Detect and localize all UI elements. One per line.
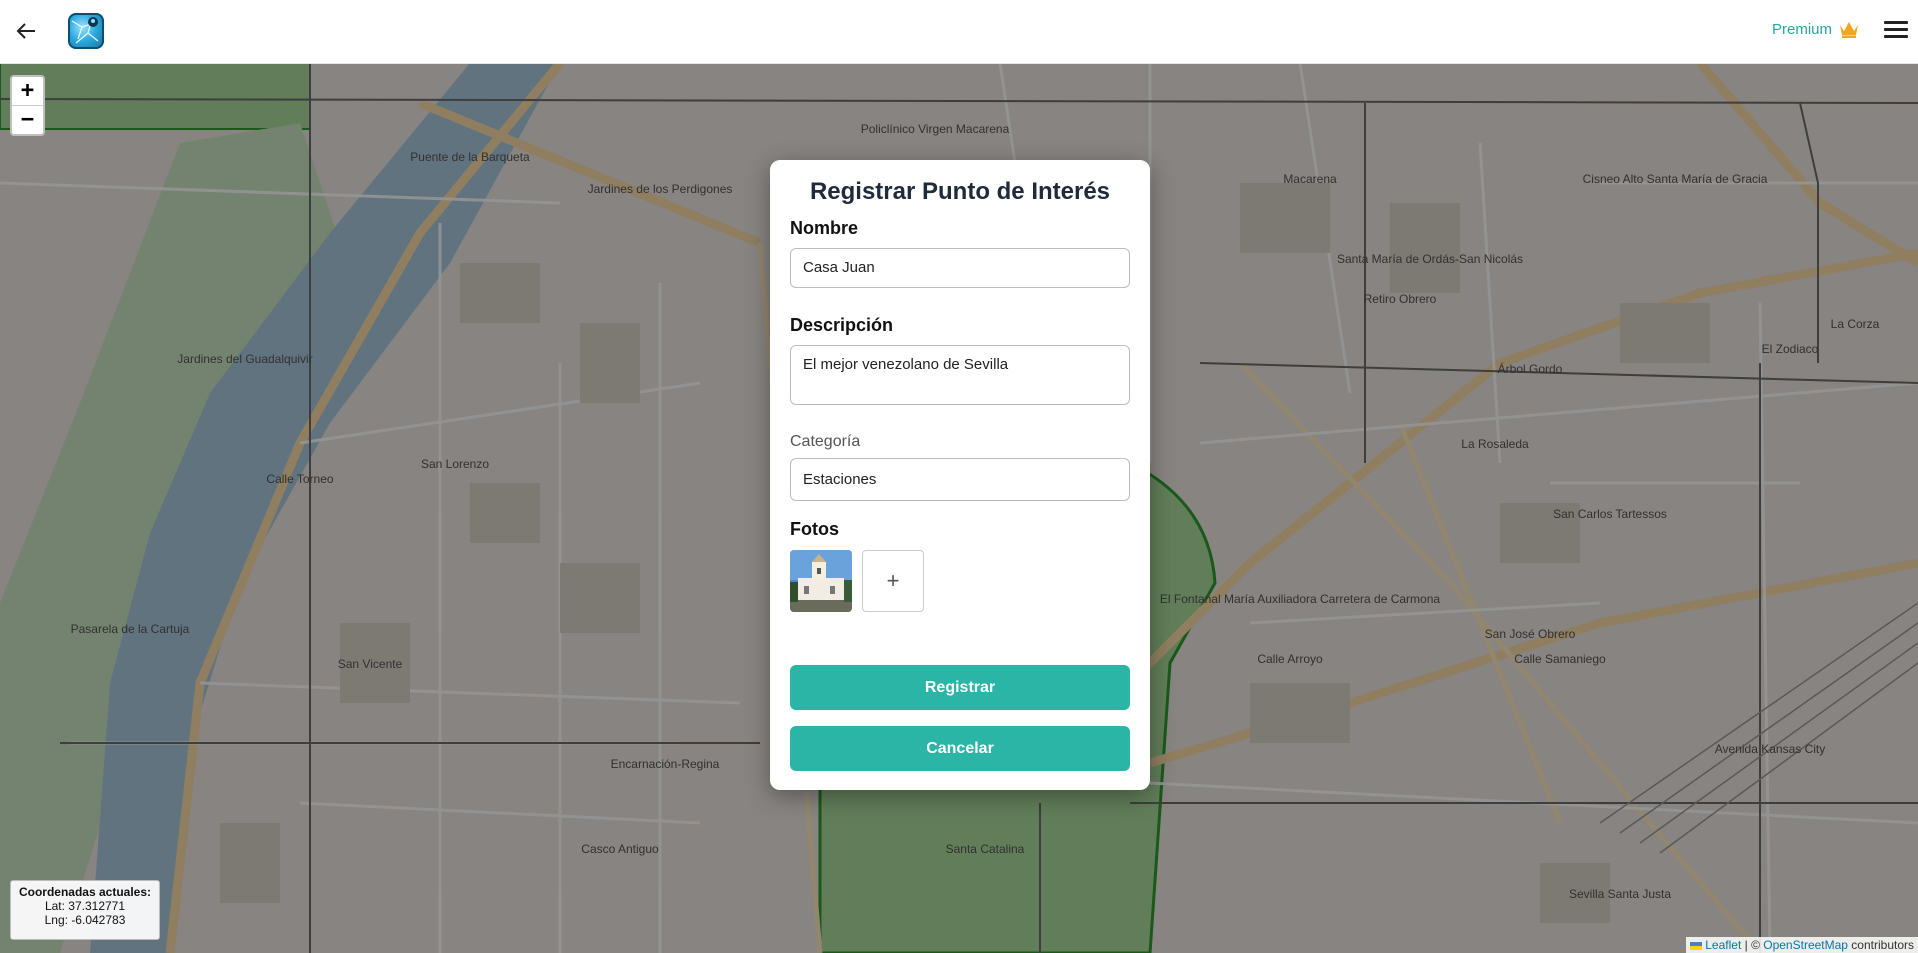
add-photo-button[interactable]: + xyxy=(862,550,924,612)
description-label: Descripción xyxy=(790,315,894,335)
register-button[interactable]: Registrar xyxy=(790,665,1130,710)
name-field[interactable]: Casa Juan xyxy=(790,248,1130,288)
latitude-value: Lat: 37.312771 xyxy=(44,899,126,913)
photo-thumbnail[interactable] xyxy=(790,550,852,612)
coordinates-panel: Coordenadas actuales: Lat: 37.312771 Lng… xyxy=(10,880,160,940)
map-attribution: Leaflet | © OpenStreetMap contributors xyxy=(1686,937,1918,953)
name-label: Nombre xyxy=(790,218,859,238)
arrow-left-icon xyxy=(16,23,35,39)
leaflet-link[interactable]: Leaflet xyxy=(1705,938,1741,952)
category-label: Categoría xyxy=(790,433,861,450)
photos-label: Fotos xyxy=(790,519,839,539)
zoom-in-button[interactable]: + xyxy=(12,77,43,106)
register-poi-modal: Registrar Punto de Interés Nombre Casa J… xyxy=(770,160,1150,790)
zoom-out-button[interactable]: − xyxy=(12,106,43,134)
back-button[interactable] xyxy=(12,17,40,45)
description-field[interactable]: El mejor venezolano de Sevilla xyxy=(790,345,1130,405)
cancel-button[interactable]: Cancelar xyxy=(790,726,1130,771)
hamburger-menu-icon[interactable] xyxy=(1884,18,1908,42)
longitude-value: Lng: -6.042783 xyxy=(44,913,126,927)
crown-icon xyxy=(1840,22,1858,38)
category-select[interactable]: Estaciones xyxy=(790,458,1130,501)
modal-title: Registrar Punto de Interés xyxy=(809,178,1111,205)
top-bar: Premium xyxy=(0,0,1918,64)
attribution-suffix: contributors xyxy=(1847,938,1914,952)
premium-link[interactable]: Premium xyxy=(1772,19,1860,39)
osm-link[interactable]: OpenStreetMap xyxy=(1763,938,1848,952)
zoom-control: + − xyxy=(10,75,45,136)
premium-label: Premium xyxy=(1771,20,1832,38)
coordinates-title: Coordenadas actuales: xyxy=(18,885,152,899)
attribution-separator: | © xyxy=(1741,938,1764,952)
app-logo-icon[interactable] xyxy=(68,13,104,49)
ukraine-flag-icon xyxy=(1690,941,1703,950)
